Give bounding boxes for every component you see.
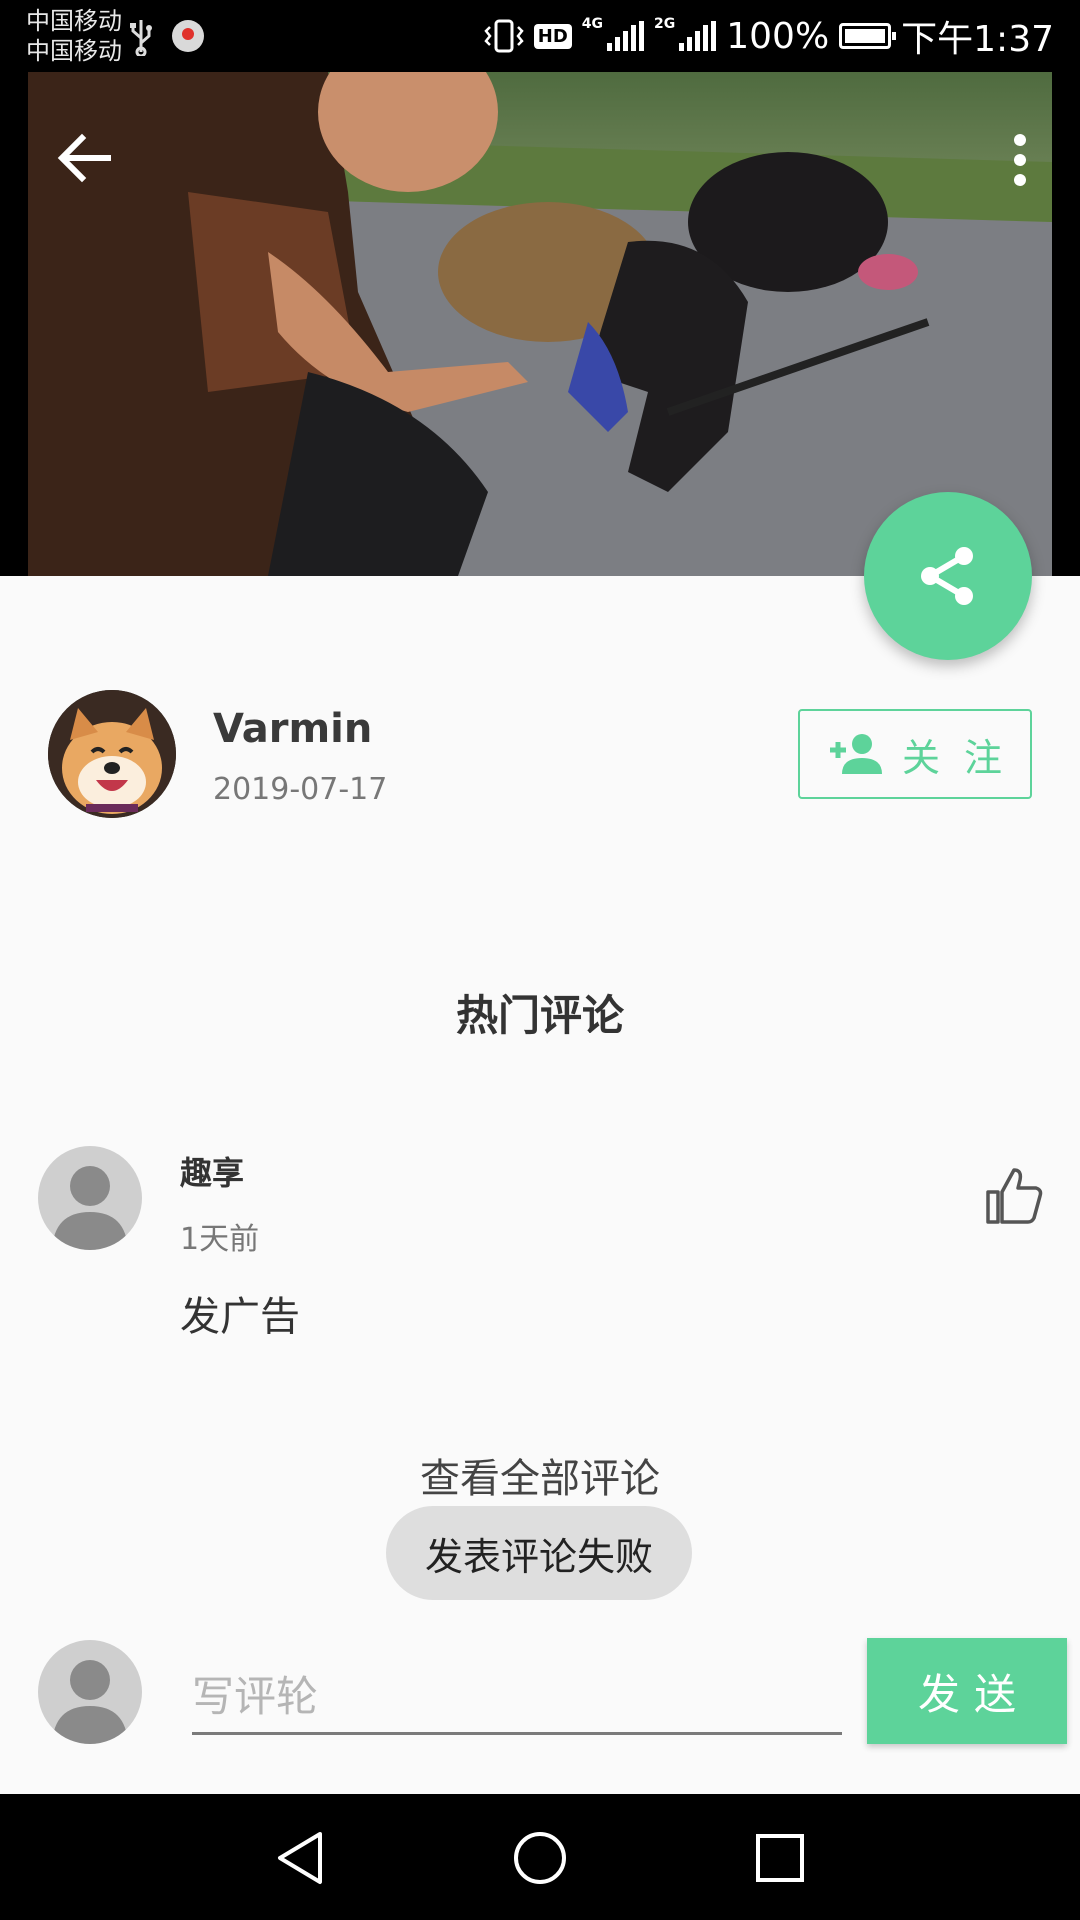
author-avatar[interactable] (48, 690, 176, 818)
carrier-1: 中国移动 (26, 7, 122, 35)
comment-time: 1天前 (180, 1222, 260, 1257)
location-icon (172, 20, 204, 52)
comment-username[interactable]: 趣享 (180, 1148, 244, 1194)
status-bar: 中国移动 中国移动 HD 4G 2G 100% 下午1:37 (0, 0, 1080, 72)
signal-icon-2 (679, 21, 717, 51)
network-type-1: 4G (581, 16, 603, 32)
clock: 下午1:37 (901, 19, 1054, 60)
thumbs-up-icon[interactable] (984, 1166, 1044, 1226)
status-indicators: HD 4G 2G 100% 下午1:37 (484, 14, 1054, 60)
comment-text: 发广告 (180, 1294, 300, 1340)
default-user-icon (52, 1660, 128, 1744)
post-image (28, 72, 1052, 576)
send-label: 发送 (917, 1669, 1030, 1719)
follow-button[interactable]: 关注 (798, 709, 1032, 799)
share-icon (921, 547, 973, 605)
system-nav-bar (0, 1794, 1080, 1920)
carrier-info: 中国移动 中国移动 (26, 6, 122, 66)
send-button[interactable]: 发送 (867, 1638, 1067, 1744)
share-button[interactable] (864, 492, 1032, 660)
more-vertical-icon[interactable] (1000, 130, 1040, 190)
comment-input[interactable] (192, 1660, 842, 1735)
post-date: 2019-07-17 (213, 772, 388, 807)
nav-home-icon[interactable] (508, 1826, 572, 1890)
commenter-avatar[interactable] (38, 1146, 142, 1250)
my-avatar (38, 1640, 142, 1744)
photo-illustration (28, 72, 1052, 576)
arrow-left-icon[interactable] (54, 126, 118, 190)
follow-label: 关注 (901, 735, 1026, 780)
battery-percent: 100% (726, 15, 830, 57)
add-user-icon (829, 734, 882, 774)
network-type-2: 2G (654, 16, 676, 32)
nav-recents-icon[interactable] (748, 1826, 812, 1890)
battery-icon (839, 23, 897, 49)
shiba-avatar-image (48, 690, 176, 818)
author-name[interactable]: Varmin (213, 706, 372, 752)
view-all-comments-link[interactable]: 查看全部评论 (0, 1446, 1080, 1504)
usb-icon (130, 20, 152, 56)
signal-icon-1 (607, 21, 644, 51)
carrier-2: 中国移动 (26, 37, 122, 65)
vibrate-icon (484, 19, 524, 53)
toast-message: 发表评论失败 (386, 1506, 692, 1600)
hd-badge: HD (533, 23, 572, 49)
section-title: 热门评论 (455, 991, 624, 1040)
default-user-icon (52, 1166, 128, 1250)
nav-back-icon[interactable] (268, 1826, 332, 1890)
